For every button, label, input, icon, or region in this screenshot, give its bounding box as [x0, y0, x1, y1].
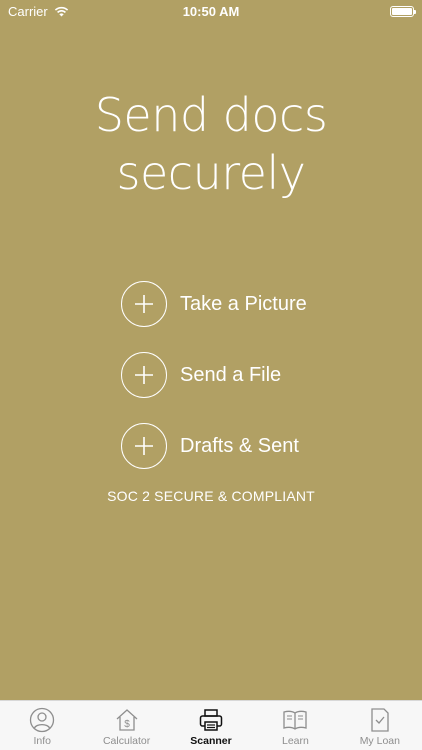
battery-icon: [390, 5, 416, 17]
send-file-button[interactable]: Send a File: [121, 351, 307, 399]
carrier-label: Carrier: [8, 3, 48, 19]
status-bar: Carrier 10:50 AM: [0, 0, 422, 22]
tab-calculator-label: Calculator: [102, 735, 151, 747]
tab-calculator[interactable]: $ Calculator: [84, 701, 168, 750]
tab-my-loan-label: My Loan: [359, 735, 400, 747]
plus-icon: [121, 281, 167, 327]
plus-icon: [121, 423, 167, 469]
status-left: Carrier: [8, 4, 69, 19]
page-title-line-1: Send docs: [94, 88, 328, 142]
book-icon: [283, 710, 308, 730]
tab-bar: Info $ Calculator Scanner Learn My Loan: [0, 700, 422, 750]
page-title: Send docs securely: [0, 86, 422, 202]
page-title-line-2: securely: [116, 146, 306, 200]
drafts-sent-label: Drafts & Sent: [180, 434, 299, 457]
document-check-icon: [371, 708, 389, 732]
person-icon: [30, 707, 55, 733]
tab-scanner[interactable]: Scanner: [169, 701, 253, 750]
tab-scanner-label: Scanner: [190, 735, 232, 747]
action-list: Take a Picture Send a File Drafts & Sent: [121, 280, 307, 493]
svg-text:$: $: [124, 719, 130, 730]
scanner-icon: [199, 709, 223, 731]
drafts-sent-button[interactable]: Drafts & Sent: [121, 422, 307, 470]
take-picture-button[interactable]: Take a Picture: [121, 280, 307, 328]
tab-learn[interactable]: Learn: [253, 701, 337, 750]
house-dollar-icon: $: [116, 709, 138, 731]
plus-icon: [121, 352, 167, 398]
tab-info-label: Info: [33, 735, 51, 747]
tab-info[interactable]: Info: [0, 701, 84, 750]
wifi-icon: [54, 6, 68, 16]
tab-learn-label: Learn: [281, 735, 309, 747]
tab-my-loan[interactable]: My Loan: [338, 701, 422, 750]
compliance-text: SOC 2 SECURE & COMPLIANT: [107, 488, 315, 504]
send-file-label: Send a File: [180, 363, 282, 386]
take-picture-label: Take a Picture: [180, 292, 307, 315]
